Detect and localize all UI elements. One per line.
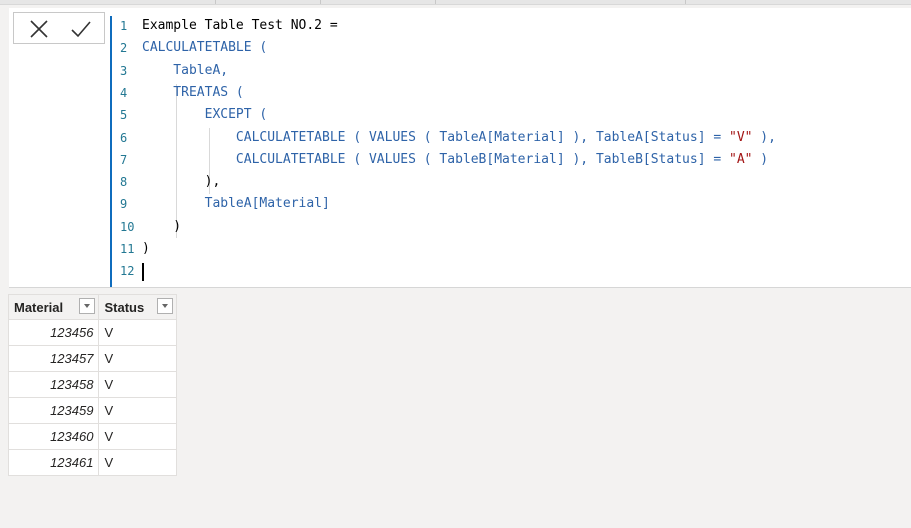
string-literal: "V": [729, 129, 753, 145]
line-number: 12: [120, 264, 135, 279]
code-line: 3 TableA,: [112, 61, 907, 83]
data-table: Material Status 123456 V 123457 V 123458…: [7, 294, 177, 476]
code-text: TableA[Material]: [142, 196, 330, 211]
material-cell[interactable]: 123460: [7, 423, 100, 450]
code-line: 4 TREATAS (: [112, 83, 907, 105]
code-text: TableA,: [142, 63, 228, 78]
line-number: 5: [120, 108, 128, 123]
code-token: ),: [142, 174, 221, 190]
status-cell[interactable]: V: [98, 397, 177, 424]
status-cell[interactable]: V: [98, 345, 177, 372]
code-text: TREATAS (: [142, 84, 244, 100]
formula-editor[interactable]: 1 Example Table Test NO.2 = 2 CALCULATETAB…: [110, 16, 911, 287]
code-token: CALCULATETABLE ( VALUES ( TableA[Materia…: [142, 129, 729, 145]
status-cell[interactable]: V: [98, 449, 177, 476]
line-number: 4: [120, 85, 128, 100]
column-header-material[interactable]: Material: [7, 294, 100, 320]
commit-button[interactable]: [70, 18, 92, 40]
ribbon-divider: [685, 0, 686, 4]
code-token: ): [142, 241, 150, 256]
table-row: 123458 V: [7, 371, 177, 398]
code-line: 7 CALCULATETABLE ( VALUES ( TableB[Mater…: [112, 150, 907, 172]
line-number: 10: [120, 219, 135, 234]
column-header-label: Material: [14, 299, 64, 315]
line-number: 7: [120, 152, 128, 167]
column-header-status[interactable]: Status: [98, 294, 177, 320]
code-line: 12: [112, 261, 907, 283]
formula-bar: 1 Example Table Test NO.2 = 2 CALCULATETAB…: [9, 8, 911, 288]
code-text: CALCULATETABLE (: [142, 40, 267, 55]
chevron-down-icon: [162, 304, 168, 308]
code-token: TREATAS (: [142, 84, 244, 100]
code-token: ): [142, 218, 182, 234]
table-header-row: Material Status: [7, 294, 177, 320]
filter-dropdown-button[interactable]: [157, 298, 173, 314]
line-number: 6: [120, 130, 128, 145]
code-text: CALCULATETABLE ( VALUES ( TableA[Materia…: [142, 130, 776, 145]
code-text: Example Table Test NO.2 =: [142, 18, 346, 33]
check-icon: [71, 21, 91, 38]
line-number: 11: [120, 242, 135, 256]
status-cell[interactable]: V: [98, 423, 177, 450]
code-token: Example Table Test NO.2 =: [142, 18, 346, 33]
chevron-down-icon: [84, 304, 91, 308]
code-text: CALCULATETABLE ( VALUES ( TableB[Materia…: [142, 152, 768, 167]
code-token: CALCULATETABLE ( VALUES ( TableB[Materia…: [142, 151, 729, 167]
code-token: EXCEPT (: [142, 107, 268, 123]
cancel-button[interactable]: [28, 18, 50, 40]
ribbon-divider: [320, 0, 321, 4]
code-token: ),: [752, 129, 776, 145]
code-line: 2 CALCULATETABLE (: [112, 38, 907, 60]
table-row: 123457 V: [7, 345, 177, 372]
table-row: 123461 V: [7, 449, 177, 476]
code-text: ): [142, 219, 181, 234]
material-cell[interactable]: 123458: [7, 371, 100, 398]
line-number: 9: [120, 197, 128, 212]
line-number: 1: [120, 19, 128, 33]
code-line: 9 TableA[Material]: [112, 194, 907, 216]
close-icon: [30, 20, 48, 38]
material-cell[interactable]: 123456: [7, 319, 100, 346]
status-cell[interactable]: V: [98, 371, 177, 398]
code-text: ),: [142, 174, 221, 190]
string-literal: "A": [729, 151, 753, 167]
table-row: 123460 V: [7, 423, 177, 450]
code-token: CALCULATETABLE (: [142, 40, 268, 56]
code-text: EXCEPT (: [142, 107, 268, 123]
ribbon-divider: [215, 0, 216, 4]
code-token: ): [752, 151, 769, 167]
code-line: 6 CALCULATETABLE ( VALUES ( TableA[Mater…: [112, 128, 907, 150]
material-cell[interactable]: 123461: [7, 449, 100, 476]
table-row: 123456 V: [7, 319, 177, 346]
material-cell[interactable]: 123459: [7, 397, 100, 424]
line-number: 3: [120, 63, 128, 78]
code-text: ): [142, 241, 150, 256]
text-cursor: [142, 263, 144, 282]
code-line: 5 EXCEPT (: [112, 105, 907, 127]
formula-actions: [13, 12, 105, 44]
column-header-label: Status: [104, 299, 145, 315]
line-number: 2: [120, 41, 128, 56]
code-line: 10 ): [112, 217, 907, 239]
table-row: 123459 V: [7, 397, 177, 424]
status-cell[interactable]: V: [98, 319, 177, 346]
code-line: 1 Example Table Test NO.2 =: [112, 16, 907, 38]
ribbon-divider: [435, 0, 436, 4]
ribbon-strip: [0, 0, 911, 5]
code-line: 11): [112, 239, 907, 261]
filter-dropdown-button[interactable]: [79, 298, 96, 314]
material-cell[interactable]: 123457: [7, 345, 100, 372]
code-line: 8 ),: [112, 172, 907, 194]
code-token: TableA,: [142, 62, 229, 78]
code-token: TableA[Material]: [142, 196, 330, 212]
line-number: 8: [120, 175, 128, 190]
